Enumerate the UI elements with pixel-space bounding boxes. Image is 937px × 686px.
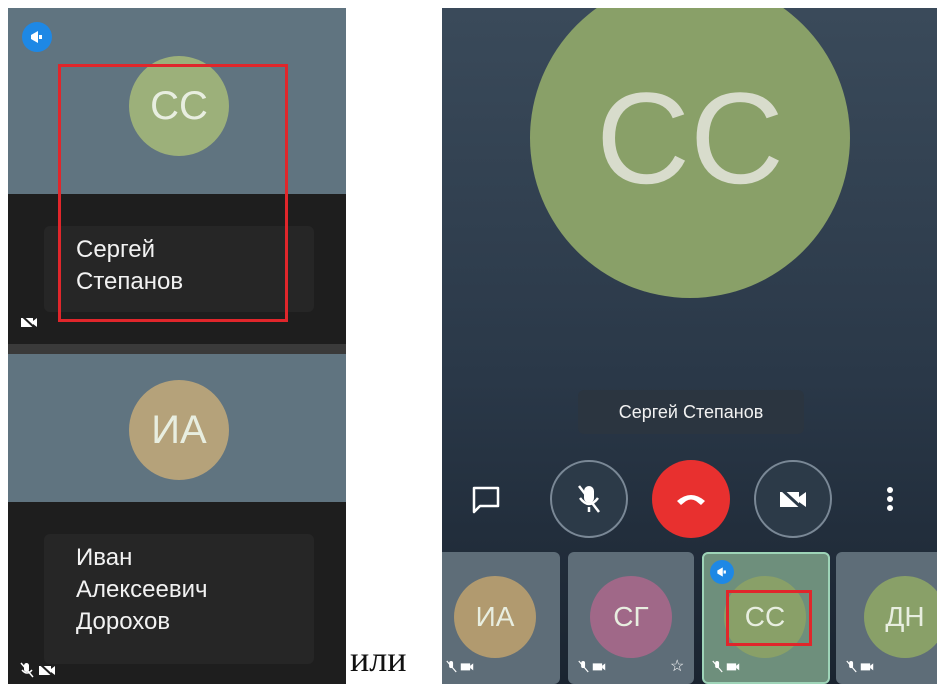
camera-off-icon bbox=[20, 314, 38, 335]
highlight-box bbox=[58, 64, 288, 322]
highlight-box bbox=[726, 590, 812, 646]
star-icon[interactable]: ☆ bbox=[670, 656, 684, 676]
status-icons bbox=[20, 662, 56, 678]
mic-off-icon bbox=[20, 662, 34, 678]
mic-off-icon bbox=[712, 660, 723, 673]
camera-off-icon bbox=[460, 663, 474, 671]
name-line: Дорохов bbox=[76, 608, 171, 635]
avatar-initials: ИА bbox=[475, 601, 515, 632]
separator-text: или bbox=[350, 639, 407, 679]
participant-tile-sergey[interactable]: СС Сергей Степанов bbox=[8, 8, 346, 344]
mic-off-icon bbox=[578, 485, 600, 513]
chat-button[interactable] bbox=[470, 484, 502, 521]
camera-off-icon bbox=[38, 662, 55, 678]
megaphone-icon bbox=[710, 560, 734, 584]
status-icons bbox=[446, 660, 474, 673]
megaphone-icon bbox=[22, 22, 52, 52]
more-vert-icon bbox=[887, 487, 893, 511]
mute-button[interactable] bbox=[550, 460, 628, 538]
avatar-initials: СГ bbox=[613, 601, 649, 632]
speaker-name: Сергей Степанов bbox=[618, 401, 764, 422]
camera-off-icon bbox=[860, 663, 874, 671]
participant-thumb[interactable]: СГ ☆ bbox=[568, 552, 694, 684]
avatar: СГ bbox=[590, 576, 672, 658]
name-line: Иван bbox=[76, 544, 133, 571]
mic-off-icon bbox=[446, 660, 457, 673]
mic-off-icon bbox=[578, 660, 589, 673]
participant-thumb-active[interactable]: СС bbox=[702, 552, 830, 684]
camera-off-icon bbox=[778, 486, 807, 513]
divider bbox=[8, 344, 346, 354]
avatar-initials: ДН bbox=[885, 601, 925, 632]
avatar: ДН bbox=[864, 576, 937, 658]
main-avatar: СС bbox=[530, 8, 850, 298]
avatar-initials: ИА bbox=[151, 407, 207, 452]
camera-toggle-button[interactable] bbox=[754, 460, 832, 538]
avatar: ИА bbox=[454, 576, 536, 658]
call-screen: СС Сергей Степанов ИА СГ ☆ СС ДН bbox=[442, 8, 937, 684]
participant-tile-ivan[interactable]: ИА Иван Алексеевич Дорохов bbox=[8, 354, 346, 684]
participant-thumb[interactable]: ДН bbox=[836, 552, 937, 684]
status-icons bbox=[578, 660, 606, 673]
name-line: Алексеевич bbox=[76, 576, 208, 603]
participant-list-panel: СС Сергей Степанов ИА Иван Алексеевич До… bbox=[8, 8, 346, 684]
chat-icon bbox=[472, 486, 500, 514]
status-icons bbox=[712, 660, 740, 673]
camera-off-icon bbox=[726, 663, 740, 671]
end-call-button[interactable] bbox=[652, 460, 730, 538]
participant-name: Иван Алексеевич Дорохов bbox=[44, 534, 314, 664]
avatar-initials: СС bbox=[596, 65, 784, 211]
avatar: ИА bbox=[129, 380, 229, 480]
speaker-name-label: Сергей Степанов bbox=[578, 390, 804, 434]
phone-hangup-icon bbox=[677, 495, 705, 505]
more-options-button[interactable] bbox=[886, 486, 894, 517]
participant-thumb[interactable]: ИА bbox=[442, 552, 560, 684]
camera-off-icon bbox=[592, 663, 606, 671]
mic-off-icon bbox=[846, 660, 857, 673]
status-icons bbox=[846, 660, 874, 673]
